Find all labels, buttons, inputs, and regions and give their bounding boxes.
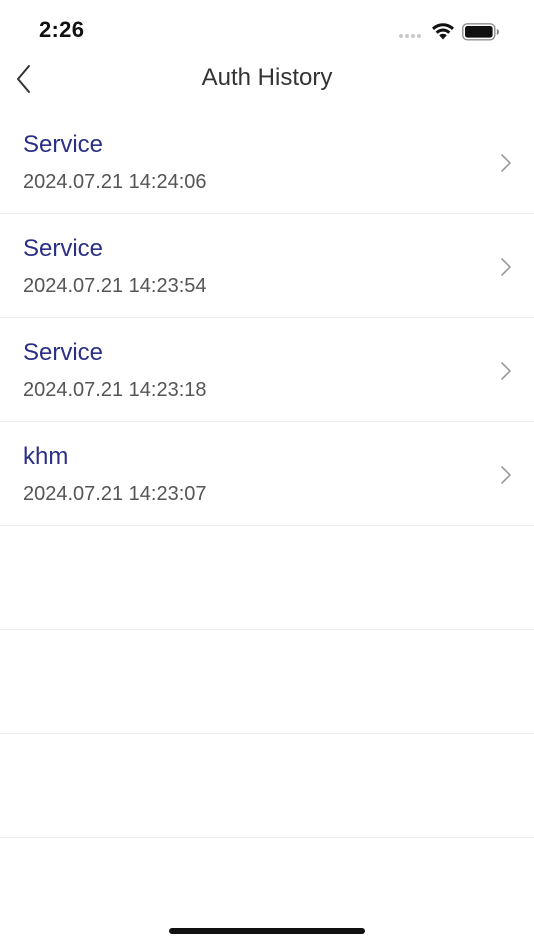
chevron-right-icon xyxy=(501,466,511,484)
history-row-title: Service xyxy=(23,235,104,262)
history-row-datetime: 2024.07.21 14:23:18 xyxy=(23,379,207,401)
history-row-datetime: 2024.07.21 14:24:06 xyxy=(23,171,207,193)
history-row-title: Service xyxy=(23,339,104,366)
cellular-signal-icon xyxy=(399,34,421,38)
navigation-bar: Auth History xyxy=(0,56,534,102)
history-row[interactable]: Service 2024.07.21 14:24:06 xyxy=(0,110,534,214)
page-title: Auth History xyxy=(201,64,333,91)
empty-row xyxy=(0,526,534,630)
empty-row xyxy=(0,734,534,838)
wifi-icon xyxy=(432,23,454,40)
history-row-datetime: 2024.07.21 14:23:54 xyxy=(23,275,207,297)
history-row-title: Service xyxy=(23,131,104,158)
history-row[interactable]: Service 2024.07.21 14:23:54 xyxy=(0,214,534,318)
empty-row xyxy=(0,630,534,734)
status-time: 2:26 xyxy=(39,17,85,42)
chevron-right-icon xyxy=(501,154,511,172)
chevron-right-icon xyxy=(501,362,511,380)
chevron-right-icon xyxy=(501,258,511,276)
home-indicator[interactable] xyxy=(169,928,365,934)
history-row-title: khm xyxy=(23,443,69,470)
history-row[interactable]: khm 2024.07.21 14:23:07 xyxy=(0,422,534,526)
battery-icon xyxy=(462,23,499,41)
status-bar: 2:26 xyxy=(0,0,534,60)
history-row-datetime: 2024.07.21 14:23:07 xyxy=(23,483,207,505)
history-row[interactable]: Service 2024.07.21 14:23:18 xyxy=(0,318,534,422)
auth-history-list: Service 2024.07.21 14:24:06 Service 2024… xyxy=(0,110,534,838)
